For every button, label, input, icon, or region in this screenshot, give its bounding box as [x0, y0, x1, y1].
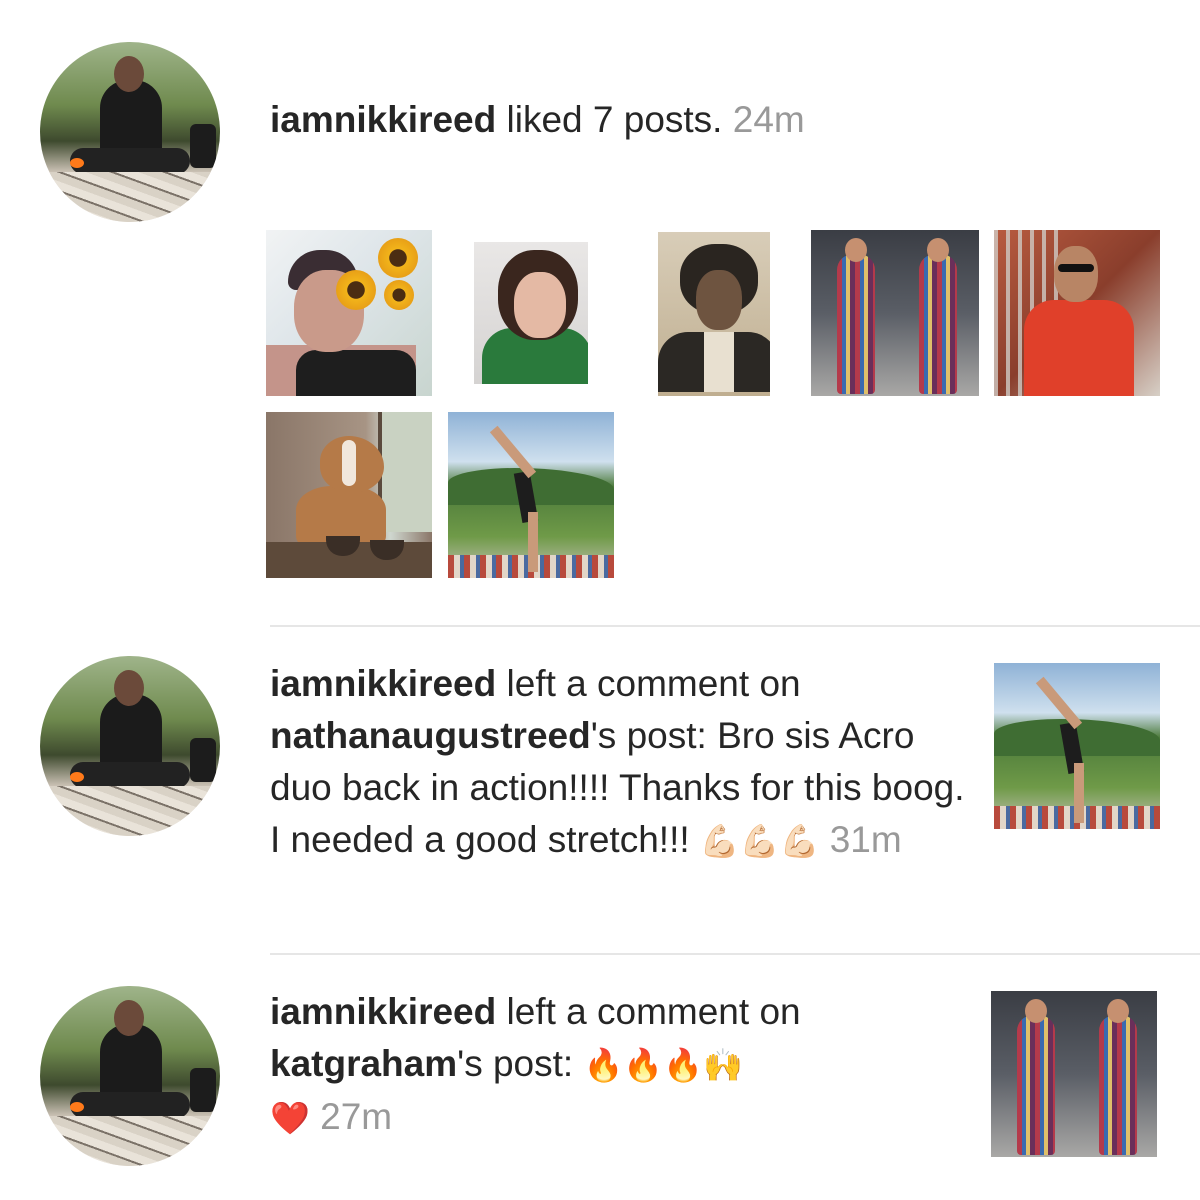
- activity-text: iamnikkireed left a comment on nathanaug…: [270, 658, 970, 867]
- timestamp: 31m: [829, 819, 902, 860]
- activity-text: iamnikkireed liked 7 posts. 24m: [270, 94, 805, 146]
- post-label: 's post:: [590, 715, 707, 756]
- activity-action: liked 7 posts.: [506, 99, 723, 140]
- activity-text: iamnikkireed left a comment on katgraham…: [270, 986, 970, 1144]
- timestamp: 24m: [732, 99, 805, 140]
- divider: [270, 953, 1200, 955]
- target-username-link[interactable]: katgraham: [270, 1043, 457, 1084]
- post-label: 's post:: [457, 1043, 574, 1084]
- avatar[interactable]: [40, 656, 220, 836]
- emoji: 💪🏻💪🏻💪🏻: [699, 822, 820, 860]
- username-link[interactable]: iamnikkireed: [270, 991, 496, 1032]
- liked-post-thumbnail[interactable]: [658, 232, 770, 396]
- liked-post-thumbnail[interactable]: [994, 230, 1160, 396]
- username-link[interactable]: iamnikkireed: [270, 663, 496, 704]
- liked-post-thumbnail[interactable]: [448, 412, 614, 578]
- liked-post-thumbnail[interactable]: [811, 230, 979, 396]
- liked-post-thumbnail[interactable]: [474, 242, 588, 384]
- emoji: 🔥🔥🔥🙌: [583, 1046, 743, 1084]
- divider: [270, 625, 1200, 627]
- post-thumbnail[interactable]: [991, 991, 1157, 1157]
- target-username-link[interactable]: nathanaugustreed: [270, 715, 591, 756]
- avatar[interactable]: [40, 42, 220, 222]
- activity-action: left a comment on: [506, 991, 801, 1032]
- heart-icon: ❤️: [270, 1099, 310, 1137]
- post-thumbnail[interactable]: [994, 663, 1160, 829]
- activity-action: left a comment on: [506, 663, 801, 704]
- username-link[interactable]: iamnikkireed: [270, 99, 496, 140]
- liked-post-thumbnail[interactable]: [266, 230, 432, 396]
- timestamp: 27m: [320, 1096, 393, 1137]
- avatar[interactable]: [40, 986, 220, 1166]
- liked-post-thumbnail[interactable]: [266, 412, 432, 578]
